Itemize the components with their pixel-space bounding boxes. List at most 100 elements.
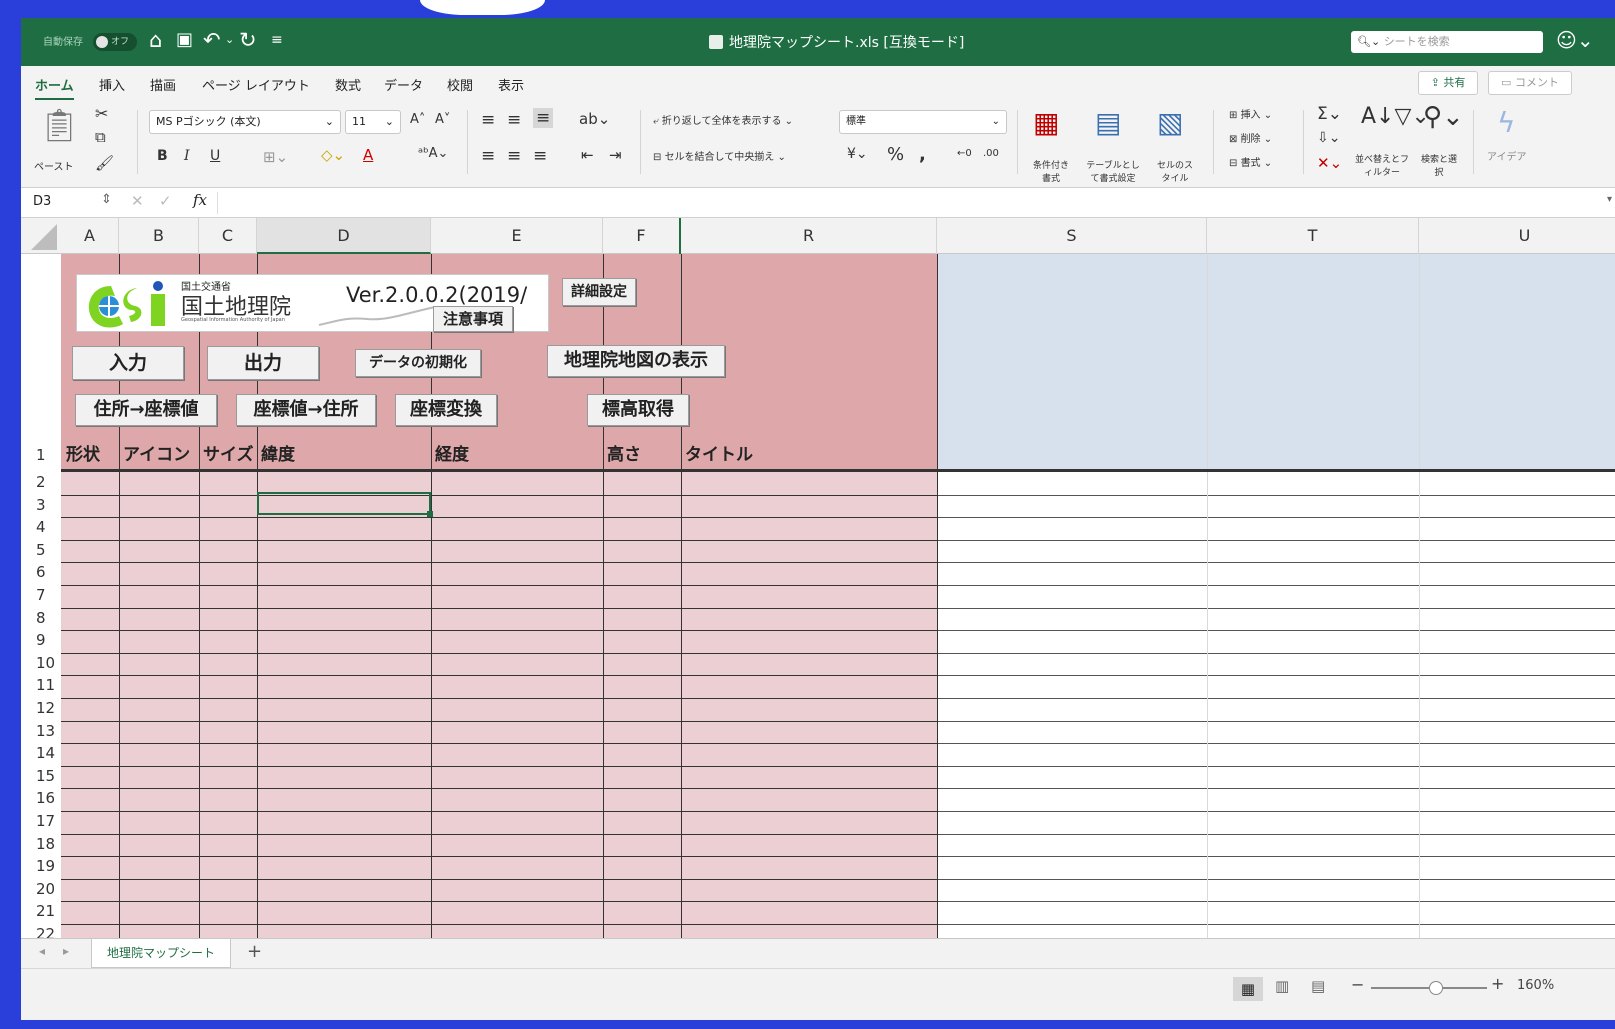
clear-icon[interactable]: ✕⌄ xyxy=(1317,154,1342,172)
wrap-text-button[interactable]: ⤶ 折り返して全体を表示する ⌄ xyxy=(653,112,793,127)
input-button[interactable]: 入力 xyxy=(72,346,184,380)
undo-icon[interactable]: ↶ xyxy=(203,28,221,52)
column-header-b[interactable]: B xyxy=(119,218,199,254)
fill-color-icon[interactable]: ◇⌄ xyxy=(321,146,345,164)
tab-insert[interactable]: 挿入 xyxy=(99,75,125,94)
phonetic-icon[interactable]: ᵃᵇA⌄ xyxy=(418,146,448,161)
row-header[interactable]: 14 xyxy=(21,744,61,762)
row-header[interactable]: 15 xyxy=(21,767,61,785)
redo-icon[interactable]: ↻ xyxy=(239,28,257,52)
font-color-icon[interactable]: A xyxy=(363,146,373,164)
tab-data[interactable]: データ xyxy=(384,75,423,94)
sort-filter-icon[interactable]: A↓▽⌄ xyxy=(1361,104,1430,129)
row-header[interactable]: 17 xyxy=(21,812,61,830)
row-header[interactable]: 8 xyxy=(21,609,61,627)
formula-input[interactable] xyxy=(227,194,1527,212)
row-header[interactable]: 2 xyxy=(21,473,61,491)
tab-review[interactable]: 校閲 xyxy=(447,75,473,94)
next-sheet-icon[interactable]: ▸ xyxy=(63,944,69,958)
elevation-button[interactable]: 標高取得 xyxy=(587,394,689,426)
normal-view-icon[interactable]: ▦ xyxy=(1233,977,1263,1001)
row-header[interactable]: 6 xyxy=(21,563,61,581)
column-header-a[interactable]: A xyxy=(61,218,119,254)
bold-icon[interactable]: B xyxy=(157,148,168,164)
format-painter-icon[interactable]: 🖌︎ xyxy=(95,154,114,172)
tab-page-layout[interactable]: ページ レイアウト xyxy=(202,75,310,94)
format-cells-button[interactable]: ⊟ 書式 ⌄ xyxy=(1229,154,1272,169)
output-button[interactable]: 出力 xyxy=(207,346,319,380)
align-middle-icon[interactable]: ≡ xyxy=(507,110,521,130)
column-header-u[interactable]: U xyxy=(1419,218,1615,254)
number-format-select[interactable]: 標準 ⌄ xyxy=(839,110,1007,134)
paste-icon[interactable]: 📋︎ xyxy=(39,106,80,144)
column-header-d[interactable]: D xyxy=(257,218,431,254)
row-header[interactable]: 12 xyxy=(21,699,61,717)
cut-icon[interactable]: ✂ xyxy=(95,104,108,123)
increase-font-icon[interactable]: A˄ xyxy=(410,112,425,127)
tab-view[interactable]: 表示 xyxy=(498,75,524,94)
coord-to-address-button[interactable]: 座標値→住所 xyxy=(236,394,376,426)
comma-icon[interactable]: , xyxy=(919,144,926,165)
autosum-icon[interactable]: Σ⌄ xyxy=(1317,104,1342,124)
align-center-icon[interactable]: ≡ xyxy=(507,146,521,166)
copy-icon[interactable]: ⧉ xyxy=(95,128,106,146)
conditional-format-icon[interactable]: ▦ xyxy=(1033,106,1059,139)
row-header[interactable]: 7 xyxy=(21,586,61,604)
init-data-button[interactable]: データの初期化 xyxy=(355,349,481,377)
fill-icon[interactable]: ⇩⌄ xyxy=(1317,130,1340,146)
undo-dropdown-icon[interactable]: ⌄ xyxy=(225,28,234,52)
decrease-indent-icon[interactable]: ⇤ xyxy=(581,146,594,164)
row-header[interactable]: 3 xyxy=(21,496,61,514)
page-break-view-icon[interactable]: ▤ xyxy=(1311,977,1325,995)
row-header[interactable]: 4 xyxy=(21,518,61,536)
row-header[interactable]: 5 xyxy=(21,541,61,559)
find-select-icon[interactable]: ⚲⌄ xyxy=(1423,102,1464,132)
save-icon[interactable]: ▣ xyxy=(176,28,193,52)
confirm-icon[interactable]: ✓ xyxy=(159,192,172,210)
zoom-in-icon[interactable]: + xyxy=(1491,974,1504,993)
align-right-icon[interactable]: ≡ xyxy=(533,146,547,166)
align-top-icon[interactable]: ≡ xyxy=(481,110,495,130)
align-left-icon[interactable]: ≡ xyxy=(481,146,495,166)
cancel-icon[interactable]: ✕ xyxy=(131,192,144,210)
search-input[interactable]: 🔍︎⌄ シートを検索 xyxy=(1351,31,1543,53)
settings-button[interactable]: 詳細設定 xyxy=(562,278,636,306)
show-map-button[interactable]: 地理院地図の表示 xyxy=(547,345,725,377)
border-icon[interactable]: ⊞⌄ xyxy=(263,148,288,166)
column-header-r[interactable]: R xyxy=(681,218,937,254)
column-header-e[interactable]: E xyxy=(431,218,603,254)
name-box-stepper-icon[interactable]: ⇕ xyxy=(101,192,112,207)
format-table-icon[interactable]: ▤ xyxy=(1095,106,1121,139)
underline-icon[interactable]: U xyxy=(210,148,220,164)
delete-cells-button[interactable]: ⊠ 削除 ⌄ xyxy=(1229,130,1272,145)
merge-center-button[interactable]: ⊟ セルを結合して中央揃え ⌄ xyxy=(653,148,786,163)
name-box[interactable]: D3 xyxy=(33,194,51,209)
row-header[interactable]: 18 xyxy=(21,835,61,853)
notes-button[interactable]: 注意事項 xyxy=(433,306,513,332)
share-button[interactable]: ⇪ 共有 xyxy=(1418,71,1478,95)
align-bottom-icon[interactable]: ≡ xyxy=(533,108,554,128)
column-header-c[interactable]: C xyxy=(199,218,257,254)
orientation-icon[interactable]: ab⌄ xyxy=(579,110,610,128)
tab-home[interactable]: ホーム xyxy=(35,75,74,100)
worksheet-grid[interactable]: 1 234567891011121314151617181920212223 形… xyxy=(21,254,1615,970)
add-sheet-icon[interactable]: + xyxy=(247,941,262,962)
row-header[interactable]: 13 xyxy=(21,722,61,740)
coord-convert-button[interactable]: 座標変換 xyxy=(395,394,497,426)
ideas-icon[interactable]: ϟ xyxy=(1497,106,1515,139)
italic-icon[interactable]: I xyxy=(184,148,190,164)
row-header[interactable]: 19 xyxy=(21,857,61,875)
row-header[interactable]: 1 xyxy=(21,446,61,464)
row-header[interactable]: 10 xyxy=(21,654,61,672)
increase-decimal-icon[interactable]: ←0 xyxy=(957,148,972,159)
zoom-out-icon[interactable]: − xyxy=(1351,975,1364,994)
tab-formulas[interactable]: 数式 xyxy=(335,75,361,94)
expand-formula-icon[interactable]: ▾ xyxy=(1607,194,1612,205)
row-header[interactable]: 16 xyxy=(21,789,61,807)
percent-icon[interactable]: % xyxy=(887,144,904,165)
customize-qat-icon[interactable]: ≡ xyxy=(271,28,283,52)
function-icon[interactable]: fx xyxy=(193,191,207,209)
row-header[interactable]: 11 xyxy=(21,676,61,694)
currency-icon[interactable]: ¥⌄ xyxy=(847,146,868,162)
comment-button[interactable]: ▭ コメント xyxy=(1488,71,1572,95)
